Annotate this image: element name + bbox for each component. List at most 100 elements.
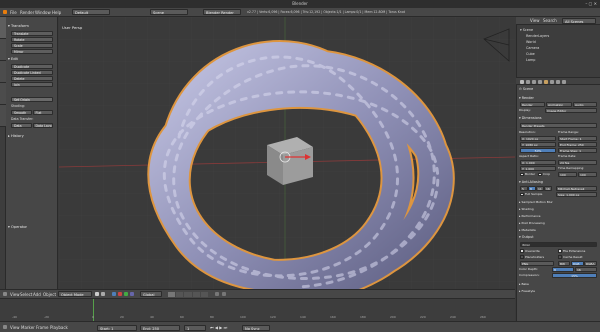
set-origin-dropdown[interactable]: Set Origin xyxy=(11,97,53,102)
dimensions-panel-header[interactable]: ▾ Dimensions xyxy=(519,116,542,121)
playback-controls[interactable]: ⏮ ◀ ▶ ⏭ xyxy=(210,325,227,331)
remap-old-field[interactable]: 100 xyxy=(558,172,577,177)
properties-tabs[interactable] xyxy=(516,78,600,85)
remap-new-field[interactable]: 100 xyxy=(578,172,597,177)
timeline-menu-view[interactable]: View xyxy=(10,324,20,331)
end-frame-field[interactable]: End: 250 xyxy=(140,325,180,331)
color-mode-rgb[interactable]: RGB xyxy=(571,261,584,266)
scale-manipulator-icon[interactable] xyxy=(130,292,134,296)
rotate-button[interactable]: Rotate xyxy=(11,37,53,42)
menu-view[interactable]: View xyxy=(10,291,20,298)
section-history[interactable]: ▸ History xyxy=(8,134,56,139)
cache-result-checkbox[interactable] xyxy=(558,255,562,259)
file-extensions-checkbox[interactable] xyxy=(558,249,562,253)
end-frame-prop-field[interactable]: End Frame: 250 xyxy=(558,142,597,147)
material-tab-icon[interactable] xyxy=(562,79,566,84)
output-panel-header[interactable]: ▾ Output xyxy=(519,235,534,240)
duplicate-button[interactable]: Duplicate xyxy=(11,64,53,69)
aa-samples-5[interactable]: 5 xyxy=(520,186,528,191)
tab-physics[interactable] xyxy=(0,105,6,127)
render-tab-icon[interactable] xyxy=(520,79,524,84)
aspect-x-field[interactable]: X: 1.000 xyxy=(520,160,556,165)
section-operator[interactable]: ▾ Operator xyxy=(8,225,56,230)
aa-samples-8[interactable]: 8 xyxy=(528,186,536,191)
outliner-row-scene[interactable]: ▾ Scene xyxy=(520,28,533,33)
color-depth-16[interactable]: 16 xyxy=(575,267,597,272)
aa-samples-16[interactable]: 16 xyxy=(544,186,552,191)
overwrite-checkbox[interactable] xyxy=(520,249,524,253)
menu-help[interactable]: Help xyxy=(52,9,61,16)
aa-size-field[interactable]: Size: 1.000 px xyxy=(556,192,597,197)
render-layers-tab-icon[interactable] xyxy=(526,79,530,84)
post-processing-panel[interactable]: ▸ Post Processing xyxy=(519,221,545,226)
crop-checkbox[interactable] xyxy=(538,172,542,176)
join-button[interactable]: Join xyxy=(11,82,53,87)
color-mode-rgba[interactable]: RGBA xyxy=(584,261,597,266)
window-controls[interactable]: – ▢ ✕ xyxy=(579,1,597,7)
object-tab-icon[interactable] xyxy=(544,79,548,84)
tab-tools[interactable] xyxy=(0,17,6,39)
render-presets-selector[interactable]: Render Presets xyxy=(520,123,597,128)
resolution-x-field[interactable]: X: 1920 px xyxy=(520,136,556,141)
menu-window[interactable]: Window xyxy=(35,9,51,16)
layer-buttons[interactable] xyxy=(168,292,209,297)
menu-select[interactable]: Select xyxy=(20,291,32,298)
outliner-row-camera[interactable]: Camera xyxy=(526,46,539,51)
pivot-icon[interactable] xyxy=(101,292,105,296)
snap-icon[interactable] xyxy=(215,292,219,296)
tab-create[interactable] xyxy=(0,39,6,61)
outliner-row-cube[interactable]: Cube xyxy=(526,52,535,57)
render-preview-icon[interactable] xyxy=(222,292,226,296)
editor-type-icon[interactable] xyxy=(3,292,7,296)
duplicate-linked-button[interactable]: Duplicate Linked xyxy=(11,70,53,75)
metadata-panel[interactable]: ▸ Metadata xyxy=(519,228,536,233)
frame-rate-selector[interactable]: 24 fps xyxy=(558,160,597,165)
mirror-button[interactable]: Mirror xyxy=(11,49,53,54)
resolution-percentage-slider[interactable]: 50% xyxy=(520,148,556,153)
timeline-menu-marker[interactable]: Marker xyxy=(21,324,35,331)
aa-filter-selector[interactable]: Mitchell-Netravali xyxy=(556,186,597,191)
orientation-selector[interactable]: Global xyxy=(140,291,162,297)
mode-selector[interactable]: Object Mode xyxy=(58,291,92,297)
output-path-field[interactable]: /tmp/ xyxy=(520,242,597,247)
outliner-row-renderlayers[interactable]: RenderLayers xyxy=(526,34,549,39)
outliner-menu-view[interactable]: View xyxy=(530,17,540,24)
section-edit[interactable]: ▾ Edit xyxy=(8,57,56,62)
menu-render[interactable]: Render xyxy=(20,9,34,16)
sync-mode-selector[interactable]: No Sync xyxy=(242,325,270,331)
menu-add[interactable]: Add xyxy=(33,291,41,298)
aspect-y-field[interactable]: Y: 1.000 xyxy=(520,166,556,171)
antialiasing-panel-header[interactable]: ▾ Anti-Aliasing xyxy=(519,180,543,185)
start-frame-prop-field[interactable]: Start Frame: 1 xyxy=(558,136,597,141)
menu-object[interactable]: Object xyxy=(43,291,56,298)
flat-button[interactable]: Flat xyxy=(32,110,53,115)
outliner-menu-search[interactable]: Search xyxy=(543,17,557,24)
scene-tab-icon[interactable] xyxy=(532,79,536,84)
performance-panel[interactable]: ▸ Performance xyxy=(519,214,540,219)
data-tab-icon[interactable] xyxy=(556,79,560,84)
resolution-y-field[interactable]: Y: 1080 px xyxy=(520,142,556,147)
display-selector[interactable]: Image Editor xyxy=(545,108,597,113)
color-depth-8[interactable]: 8 xyxy=(552,267,574,272)
translate-button[interactable]: Translate xyxy=(11,31,53,36)
smooth-button[interactable]: Smooth xyxy=(11,110,32,115)
aa-samples-11[interactable]: 11 xyxy=(536,186,544,191)
tab-animation[interactable] xyxy=(0,83,6,105)
timeline[interactable]: -40 -20 0 20 40 60 80 100 120 140 160 18… xyxy=(0,298,515,322)
timeline-editor-icon[interactable] xyxy=(3,325,7,329)
file-format-selector[interactable]: PNG xyxy=(520,261,554,266)
outliner-display-mode[interactable]: All Scenes xyxy=(562,18,596,24)
full-sample-checkbox[interactable] xyxy=(520,192,524,196)
delete-button[interactable]: Delete xyxy=(11,76,53,81)
render-engine-selector[interactable]: Blender Render xyxy=(203,9,241,15)
rotate-manipulator-icon[interactable] xyxy=(124,292,128,296)
scale-button[interactable]: Scale xyxy=(11,43,53,48)
placeholders-checkbox[interactable] xyxy=(520,255,524,259)
bake-panel[interactable]: ▸ Bake xyxy=(519,282,529,287)
layout-selector[interactable]: Default xyxy=(72,9,110,15)
audio-button[interactable]: Audio xyxy=(573,102,597,107)
world-tab-icon[interactable] xyxy=(538,79,542,84)
blender-logo-icon[interactable] xyxy=(3,10,7,14)
timeline-menu-playback[interactable]: Playback xyxy=(50,324,68,331)
shading-panel[interactable]: ▸ Shading xyxy=(519,207,534,212)
